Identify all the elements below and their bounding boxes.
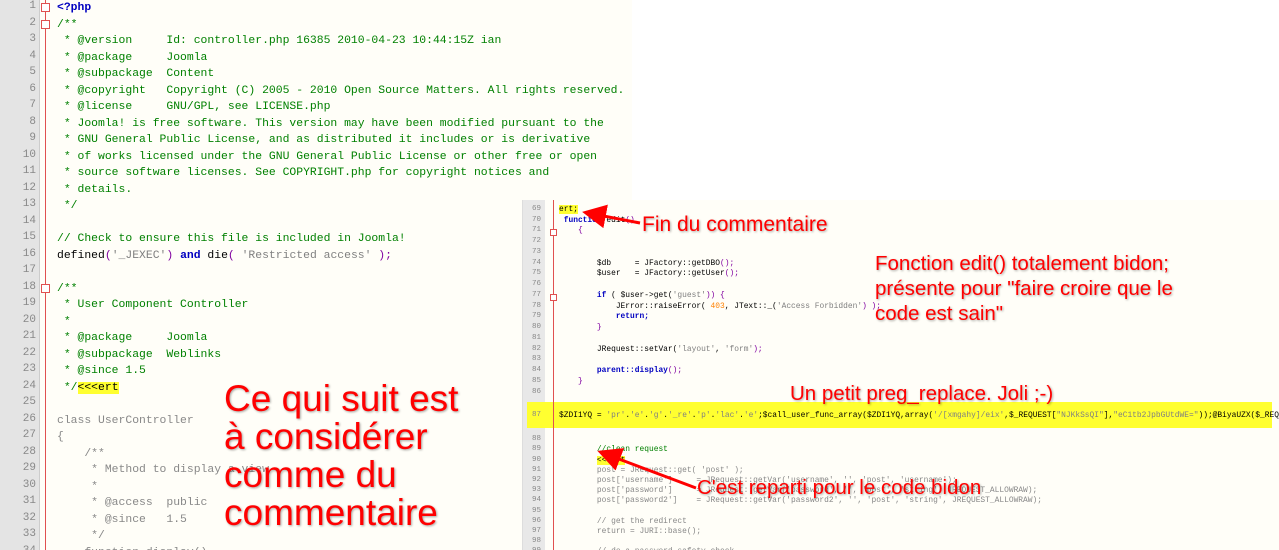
annotation-line: comme du xyxy=(224,454,397,495)
arrow-end-comment xyxy=(582,204,641,229)
arrow-restart-fake xyxy=(597,448,697,490)
annotation-fake-function: Fonction edit() totalement bidon; présen… xyxy=(875,251,1173,326)
annotation-preg-replace: Un petit preg_replace. Joli ;-) xyxy=(790,382,1054,405)
annotation-line: Ce qui suit est xyxy=(224,378,459,419)
annotation-as-comment: Ce qui suit est à considérer comme du co… xyxy=(224,380,458,532)
annotation-line: commentaire xyxy=(224,492,438,533)
annotation-line: présente pour "faire croire que le xyxy=(875,277,1173,300)
annotation-end-comment: Fin du commentaire xyxy=(642,213,828,236)
annotation-line: Fonction edit() totalement bidon; xyxy=(875,252,1169,275)
annotation-back-to-fake: C'est reparti pour le code bidon xyxy=(697,476,982,499)
annotation-line: à considérer xyxy=(224,416,428,457)
annotation-line: code est sain" xyxy=(875,302,1004,325)
